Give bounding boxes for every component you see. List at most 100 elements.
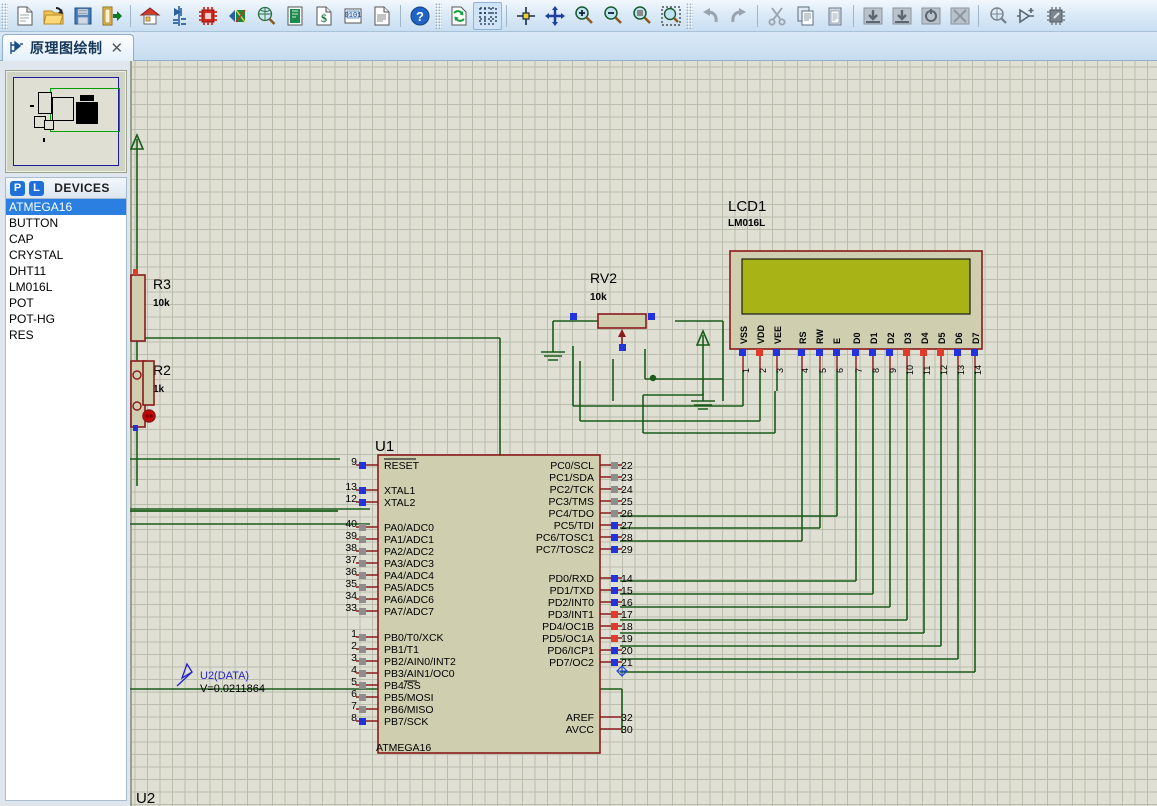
block-move-button[interactable]	[887, 2, 916, 30]
redo-button[interactable]	[724, 2, 753, 30]
help-button[interactable]: ?	[405, 2, 434, 30]
zoom-all-button[interactable]	[627, 2, 656, 30]
zoom-in-button[interactable]	[569, 2, 598, 30]
design-explorer-button[interactable]	[251, 2, 280, 30]
component-u1[interactable]: U1 ATMEGA16 9 13 12 40 39 38 37 36 35 34…	[345, 438, 633, 754]
block-delete-button[interactable]	[945, 2, 974, 30]
u1-left-pin-numbers: 9 13 12 40 39 38 37 36 35 34 33 1 2 3 4 …	[345, 456, 357, 724]
toolbar-separator	[400, 4, 401, 27]
svg-text:17: 17	[621, 609, 633, 621]
open-button[interactable]	[39, 2, 68, 30]
device-list-item[interactable]: CRYSTAL	[6, 247, 126, 263]
schematic-drawing[interactable]: R3 10k R2 1k RV2 10k LCD1 LM016L VSS VDD…	[130, 61, 1157, 806]
tab-schematic-capture[interactable]: 原理图绘制 ✕	[2, 34, 135, 61]
svg-text:9: 9	[351, 456, 357, 468]
refresh-page-icon	[451, 6, 466, 25]
zoom-all-icon	[632, 5, 651, 24]
device-list-item[interactable]: ATMEGA16	[6, 199, 126, 215]
new-sheet-button[interactable]	[10, 2, 39, 30]
undo-arrow-icon	[702, 7, 718, 22]
question-help-icon: ?	[410, 6, 429, 25]
component-lcd1[interactable]: LCD1 LM016L VSS VDD VEE RS RW E D0 D1 D2…	[728, 198, 983, 375]
zoom-out-button[interactable]	[598, 2, 627, 30]
svg-text:4: 4	[351, 664, 357, 676]
block-rotate-icon	[921, 7, 940, 24]
device-list-item[interactable]: POT	[6, 295, 126, 311]
pan-button[interactable]	[540, 2, 569, 30]
bill-of-materials-button[interactable]: $	[309, 2, 338, 30]
overview-preview-pane[interactable]	[5, 70, 127, 173]
binary-page-icon: 0101	[344, 8, 361, 23]
svg-text:D4: D4	[920, 332, 930, 344]
cut-button[interactable]	[762, 2, 791, 30]
folder-open-icon	[42, 6, 64, 24]
close-icon[interactable]: ✕	[109, 41, 126, 56]
schematic-canvas[interactable]: R3 10k R2 1k RV2 10k LCD1 LM016L VSS VDD…	[130, 61, 1157, 806]
zoom-area-icon	[660, 5, 681, 26]
make-device-button[interactable]	[1012, 2, 1041, 30]
project-notes-button[interactable]	[280, 2, 309, 30]
door-export-icon	[102, 6, 122, 25]
schematic-capture-button[interactable]	[164, 2, 193, 30]
refresh-button[interactable]	[444, 2, 473, 30]
svg-text:PA2/ADC2: PA2/ADC2	[384, 546, 434, 558]
svg-text:PB5/MOSI: PB5/MOSI	[384, 692, 434, 704]
svg-text:PD4/OC1B: PD4/OC1B	[542, 621, 594, 633]
3d-viewer-button[interactable]	[222, 2, 251, 30]
component-rv2[interactable]: RV2 10k	[570, 270, 655, 351]
svg-text:PB6/MISO: PB6/MISO	[384, 704, 434, 716]
device-list-item[interactable]: DHT11	[6, 263, 126, 279]
packaging-tool-button[interactable]	[1041, 2, 1070, 30]
devices-list[interactable]: ATMEGA16 BUTTON CAP CRYSTAL DHT11 LM016L…	[5, 199, 127, 801]
device-list-item[interactable]: BUTTON	[6, 215, 126, 231]
pick-from-libraries-button[interactable]	[983, 2, 1012, 30]
component-u2[interactable]: U2	[136, 790, 155, 806]
block-copy-button[interactable]	[858, 2, 887, 30]
svg-text:PC1/SDA: PC1/SDA	[549, 472, 594, 484]
device-list-item[interactable]: LM016L	[6, 279, 126, 295]
dollar-page-icon: $	[316, 6, 331, 25]
toolbar-grip-file[interactable]	[1, 2, 8, 29]
svg-text:13: 13	[956, 365, 966, 375]
component-r3[interactable]: R3 10k	[130, 269, 171, 342]
origin-button[interactable]	[511, 2, 540, 30]
device-list-item[interactable]: CAP	[6, 231, 126, 247]
svg-text:$: $	[321, 11, 327, 25]
toolbar-separator	[130, 4, 131, 27]
device-list-item[interactable]: POT-HG	[6, 311, 126, 327]
copy-button[interactable]	[791, 2, 820, 30]
block-rotate-button[interactable]	[916, 2, 945, 30]
zoom-area-button[interactable]	[656, 2, 685, 30]
lcd-screen	[741, 258, 971, 315]
import-export-button[interactable]	[97, 2, 126, 30]
svg-text:PD2/INT0: PD2/INT0	[548, 597, 594, 609]
l-badge[interactable]: L	[29, 180, 44, 196]
device-list-item[interactable]: RES	[6, 327, 126, 343]
ground-terminal-rv2[interactable]	[541, 344, 565, 361]
report-button[interactable]	[367, 2, 396, 30]
svg-text:10: 10	[905, 365, 915, 375]
p-badge[interactable]: P	[10, 180, 25, 196]
page-icon	[17, 6, 32, 25]
svg-text:PB3/AIN1/OC0: PB3/AIN1/OC0	[384, 668, 455, 680]
toolbar-grip-edit[interactable]	[686, 2, 693, 29]
toolbar-separator	[757, 4, 758, 27]
save-button[interactable]	[68, 2, 97, 30]
pcb-layout-button[interactable]	[193, 2, 222, 30]
svg-text:29: 29	[621, 544, 633, 556]
netlist-button[interactable]: 0101	[338, 2, 367, 30]
toolbar-grip-view[interactable]	[435, 2, 442, 29]
undo-button[interactable]	[695, 2, 724, 30]
voltage-probe-u2-data[interactable]: U2(DATA) V=0.0211864	[176, 662, 265, 695]
paste-button[interactable]	[820, 2, 849, 30]
svg-text:38: 38	[345, 542, 357, 554]
svg-text:D2: D2	[886, 332, 896, 344]
toggle-grid-button[interactable]	[473, 1, 502, 30]
r3-reference: R3	[153, 276, 171, 292]
home-button[interactable]	[135, 2, 164, 30]
preview-shape	[30, 105, 34, 107]
svg-text:VEE: VEE	[773, 326, 783, 344]
u1-value: ATMEGA16	[376, 742, 431, 754]
tab-label: 原理图绘制	[30, 41, 103, 57]
svg-text:VSS: VSS	[739, 326, 749, 344]
